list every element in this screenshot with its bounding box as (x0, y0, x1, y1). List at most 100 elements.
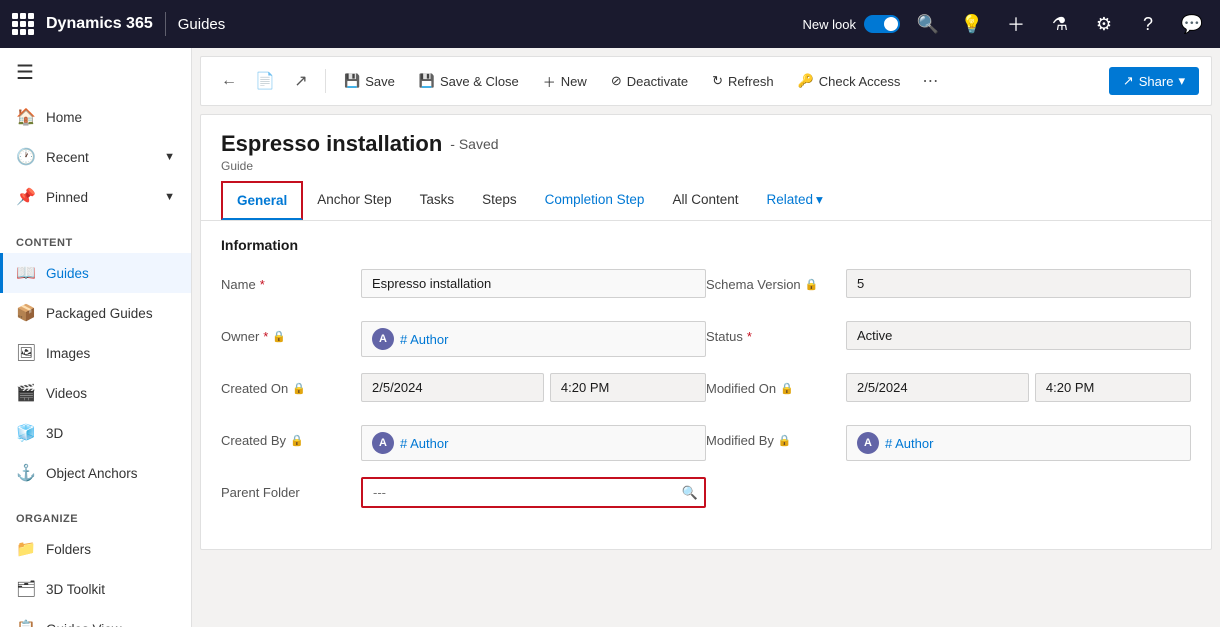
created-by-avatar-row: A # Author (361, 425, 706, 461)
check-access-button[interactable]: 🔑 Check Access (788, 68, 911, 94)
created-on-date-input (361, 373, 544, 402)
new-look-toggle[interactable] (864, 15, 900, 33)
schema-version-input (846, 269, 1191, 298)
created-on-row: Created On 🔒 (221, 373, 706, 409)
tab-completion-step[interactable]: Completion Step (531, 182, 659, 219)
tab-tasks[interactable]: Tasks (406, 182, 469, 219)
sidebar-item-label: 3D (46, 426, 63, 441)
lock-icon: 🔒 (290, 434, 304, 447)
tab-completion-step-label: Completion Step (545, 192, 645, 207)
topbar: Dynamics 365 Guides New look 🔍 💡 ＋ ⚗ ⚙ ?… (0, 0, 1220, 48)
hamburger-menu[interactable]: ☰ (0, 48, 191, 97)
lock-icon: 🔒 (272, 330, 286, 343)
new-button[interactable]: ＋ New (533, 67, 597, 96)
created-by-avatar: A (372, 432, 394, 454)
sidebar-item-videos[interactable]: 🎬 Videos (0, 373, 191, 413)
required-indicator: * (263, 329, 268, 344)
status-label: Status * (706, 321, 846, 344)
app-title: Dynamics 365 (46, 15, 153, 33)
modified-by-label: Modified By 🔒 (706, 425, 846, 448)
lock-icon: 🔒 (292, 382, 306, 395)
tab-anchor-step[interactable]: Anchor Step (303, 182, 405, 219)
new-window-button[interactable]: ↗ (285, 65, 317, 97)
sidebar-item-object-anchors[interactable]: ⚓ Object Anchors (0, 453, 191, 493)
record-header: Espresso installation - Saved Guide (201, 115, 1211, 173)
save-close-button[interactable]: 💾 Save & Close (409, 68, 529, 94)
tab-related[interactable]: Related ▾ (752, 182, 836, 220)
created-by-link[interactable]: # Author (400, 436, 448, 451)
schema-version-label: Schema Version 🔒 (706, 269, 846, 292)
sidebar-item-images[interactable]: 🖼 Images (0, 333, 191, 373)
chat-icon[interactable]: 💬 (1176, 8, 1208, 40)
owner-field-wrapper: A # Author (361, 321, 706, 357)
3d-icon: 🧊 (16, 423, 36, 443)
guides-icon: 📖 (16, 263, 36, 283)
settings-icon[interactable]: ⚙ (1088, 8, 1120, 40)
search-icon[interactable]: 🔍 (912, 8, 944, 40)
sidebar-item-label: Guides (46, 266, 89, 281)
owner-avatar-row: A # Author (361, 321, 706, 357)
videos-icon: 🎬 (16, 383, 36, 403)
add-icon[interactable]: ＋ (1000, 8, 1032, 40)
record-panel: Espresso installation - Saved Guide Gene… (200, 114, 1212, 550)
sidebar-item-label: Images (46, 346, 90, 361)
sidebar-item-3d[interactable]: 🧊 3D (0, 413, 191, 453)
sidebar-item-folders[interactable]: 📁 Folders (0, 529, 191, 569)
sidebar-item-packaged-guides[interactable]: 📦 Packaged Guides (0, 293, 191, 333)
help-icon[interactable]: ? (1132, 8, 1164, 40)
home-icon: 🏠 (16, 107, 36, 127)
sidebar-item-guides-view[interactable]: 📋 Guides View (0, 609, 191, 627)
sidebar-item-pinned[interactable]: 📌 Pinned ▼ (0, 177, 191, 217)
more-options-button[interactable]: ⋯ (914, 65, 946, 97)
refresh-button[interactable]: ↻ Refresh (702, 68, 783, 94)
folders-icon: 📁 (16, 539, 36, 559)
parent-folder-search-icon[interactable]: 🔍 (682, 485, 698, 501)
filter-icon[interactable]: ⚗ (1044, 8, 1076, 40)
modified-by-link[interactable]: # Author (885, 436, 933, 451)
tab-steps-label: Steps (482, 192, 517, 207)
chevron-down-icon: ▼ (164, 151, 175, 163)
name-input[interactable] (361, 269, 706, 298)
sidebar-item-recent[interactable]: 🕐 Recent ▼ (0, 137, 191, 177)
deactivate-button[interactable]: ⊘ Deactivate (601, 68, 698, 94)
created-on-datetime (361, 373, 706, 402)
owner-row: Owner * 🔒 A # Author (221, 321, 706, 357)
form-grid: Name * Owner * 🔒 (221, 269, 1191, 529)
lightbulb-icon[interactable]: 💡 (956, 8, 988, 40)
modified-on-label: Modified On 🔒 (706, 373, 846, 396)
tabs-bar: General Anchor Step Tasks Steps Completi… (201, 181, 1211, 221)
required-indicator: * (747, 329, 752, 344)
sidebar-section-content: Content (0, 225, 191, 253)
section-title: Information (221, 237, 1191, 253)
record-icon-button[interactable]: 📄 (249, 65, 281, 97)
recent-icon: 🕐 (16, 147, 36, 167)
name-field-wrapper (361, 269, 706, 298)
save-button[interactable]: 💾 Save (334, 68, 405, 94)
tab-general[interactable]: General (221, 181, 303, 220)
created-by-field-wrapper: A # Author (361, 425, 706, 461)
modified-on-field-wrapper (846, 373, 1191, 402)
form-right-col: Schema Version 🔒 Status * (706, 269, 1191, 529)
images-icon: 🖼 (16, 343, 36, 363)
parent-folder-input[interactable] (361, 477, 706, 508)
sidebar-item-label: Videos (46, 386, 87, 401)
owner-link[interactable]: # Author (400, 332, 448, 347)
parent-folder-row: Parent Folder 🔍 (221, 477, 706, 513)
tab-all-content[interactable]: All Content (658, 182, 752, 219)
share-button[interactable]: ↗ Share ▾ (1109, 67, 1199, 95)
anchor-icon: ⚓ (16, 463, 36, 483)
modified-by-avatar: A (857, 432, 879, 454)
module-name: Guides (178, 16, 226, 33)
record-type: Guide (221, 159, 1191, 173)
toolkit-icon: 🗂 (16, 579, 36, 599)
sidebar-item-home[interactable]: 🏠 Home (0, 97, 191, 137)
lock-icon: 🔒 (778, 434, 792, 447)
sidebar-item-guides[interactable]: 📖 Guides (0, 253, 191, 293)
topbar-divider (165, 12, 166, 36)
apps-grid-icon[interactable] (12, 13, 34, 35)
form-area: Information Name * (201, 221, 1211, 549)
sidebar-item-3d-toolkit[interactable]: 🗂 3D Toolkit (0, 569, 191, 609)
tab-steps[interactable]: Steps (468, 182, 531, 219)
back-button[interactable]: ← (213, 65, 245, 97)
key-icon: 🔑 (798, 73, 814, 89)
